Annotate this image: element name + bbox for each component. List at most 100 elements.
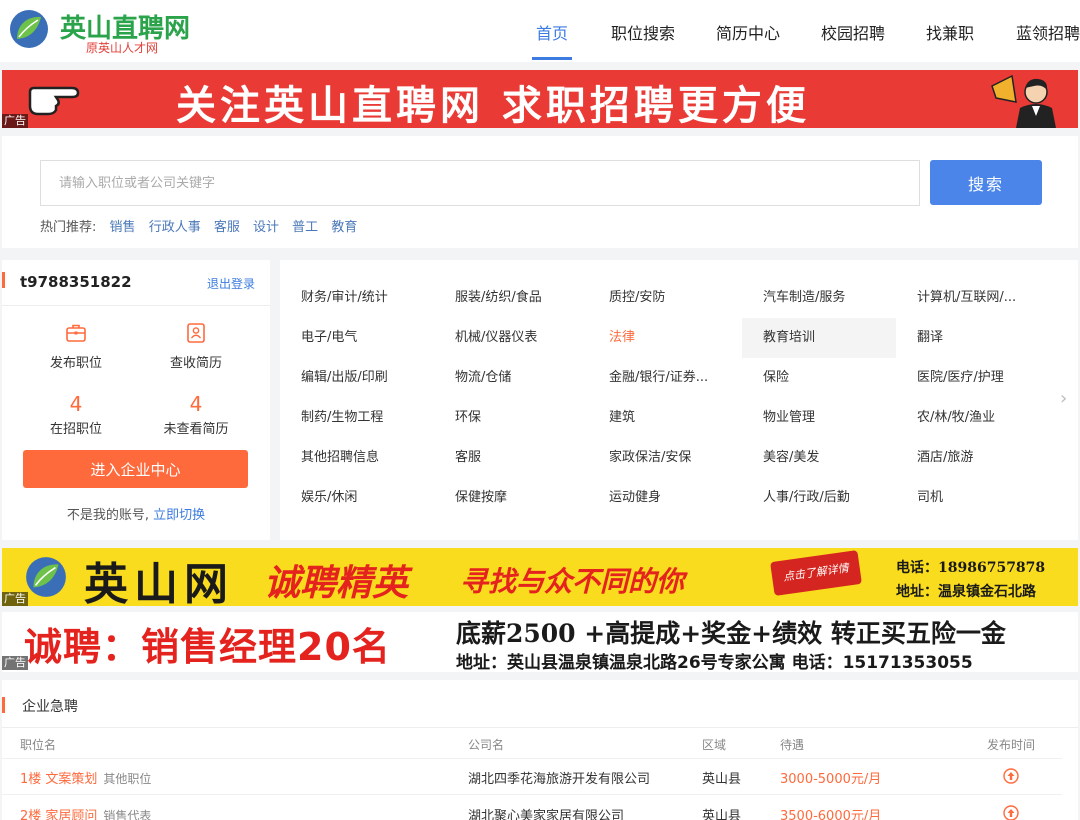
category-item[interactable]: 建筑 (588, 398, 742, 438)
hot-link-customer-service[interactable]: 客服 (214, 220, 240, 235)
category-item[interactable]: 编辑/出版/印刷 (280, 358, 434, 398)
banner-slogan-secondary: 寻找与众不同的你 (460, 565, 685, 598)
table-row-job: 1楼 文案策划 其他职位 (20, 768, 151, 787)
nav-blue-collar[interactable]: 蓝领招聘 (1016, 20, 1080, 44)
unviewed-resumes-count: 4 (189, 392, 203, 416)
job-salary: 3500-6000元/月 (780, 809, 882, 820)
banner-hiring-title: 诚聘：销售经理20名 (24, 625, 391, 669)
accent-bar (2, 272, 5, 288)
category-item[interactable]: 环保 (434, 398, 588, 438)
hot-link-admin-hr[interactable]: 行政人事 (149, 220, 201, 235)
job-title-link[interactable]: 2楼 家居顾问 (20, 809, 97, 820)
category-item[interactable]: 医院/医疗/护理 (896, 358, 1050, 398)
nav-resume-center[interactable]: 简历中心 (716, 20, 780, 44)
job-salary: 3000-5000元/月 (780, 772, 882, 787)
job-category: 销售代表 (103, 809, 152, 820)
category-item[interactable]: 司机 (896, 478, 1050, 518)
category-item[interactable]: 运动健身 (588, 478, 742, 518)
category-item[interactable]: 财务/审计/统计 (280, 278, 434, 318)
category-item[interactable]: 质控/安防 (588, 278, 742, 318)
divider (2, 794, 1062, 795)
username: t9788351822 (20, 273, 132, 291)
category-item[interactable]: 娱乐/休闲 (280, 478, 434, 518)
leaf-logo-icon (26, 557, 66, 597)
urgent-jobs-section: 企业急聘 职位名 公司名 区域 待遇 发布时间 1楼 文案策划 其他职位 湖北四季… (2, 680, 1078, 820)
category-item-hovered[interactable]: 教育培训 (742, 318, 896, 358)
nav-job-search[interactable]: 职位搜索 (611, 20, 675, 44)
company-link[interactable]: 湖北聚心美家家居有限公司 (468, 805, 624, 820)
category-item[interactable]: 制药/生物工程 (280, 398, 434, 438)
chevron-right-icon[interactable]: › (1060, 388, 1067, 409)
hot-link-design[interactable]: 设计 (253, 220, 279, 235)
banner-benefits: 底薪2500 +高提成+奖金+绩效 转正买五险一金 (456, 619, 1006, 648)
unviewed-resumes-label: 未查看简历 (163, 422, 229, 437)
category-item[interactable]: 服装/纺织/食品 (434, 278, 588, 318)
logout-link[interactable]: 退出登录 (207, 275, 255, 292)
column-header-salary: 待遇 (780, 738, 805, 752)
category-item[interactable]: 汽车制造/服务 (742, 278, 896, 318)
resume-icon (187, 323, 205, 343)
category-item[interactable]: 人事/行政/后勤 (742, 478, 896, 518)
switch-account-link[interactable]: 立即切换 (153, 508, 205, 523)
search-panel: 请输入职位或者公司关键字 搜索 热门推荐: 销售 行政人事 客服 设计 普工 教… (2, 136, 1078, 248)
hot-recommendations: 热门推荐: 销售 行政人事 客服 设计 普工 教育 (40, 216, 357, 235)
site-logo[interactable]: 英山直聘网 原英山人才网 (8, 6, 198, 56)
category-item[interactable]: 美容/美发 (742, 438, 896, 478)
logo-subtitle: 原英山人才网 (86, 41, 159, 55)
category-item[interactable]: 金融/银行/证券... (588, 358, 742, 398)
search-input[interactable]: 请输入职位或者公司关键字 (40, 160, 920, 206)
category-item[interactable]: 客服 (434, 438, 588, 478)
category-item[interactable]: 物流/仓储 (434, 358, 588, 398)
job-category-grid: 财务/审计/统计 服装/纺织/食品 质控/安防 汽车制造/服务 计算机/互联网/… (280, 260, 1078, 540)
top-badge-icon[interactable] (1003, 805, 1019, 820)
ad-banner-recruit-elite[interactable]: 英山网 诚聘精英 寻找与众不同的你 点击了解详情 电话：18986757878 … (2, 548, 1078, 606)
active-jobs-count: 4 (69, 392, 83, 416)
active-jobs-stat[interactable]: 4 在招职位 (16, 392, 136, 437)
section-title: 企业急聘 (22, 699, 78, 715)
hot-link-sales[interactable]: 销售 (110, 220, 136, 235)
category-item[interactable]: 酒店/旅游 (896, 438, 1050, 478)
category-item[interactable]: 其他招聘信息 (280, 438, 434, 478)
ad-banner-sales-manager[interactable]: 诚聘：销售经理20名 底薪2500 +高提成+奖金+绩效 转正买五险一金 地址：… (2, 612, 1078, 672)
ad-label: 广告 (2, 592, 28, 606)
top-badge-icon[interactable] (1003, 768, 1019, 784)
job-category: 其他职位 (103, 772, 152, 786)
column-header-company: 公司名 (468, 738, 505, 752)
category-item[interactable]: 计算机/互联网/... (896, 278, 1050, 318)
column-header-date: 发布时间 (987, 738, 1036, 752)
pointing-hand-icon (28, 86, 80, 116)
category-item[interactable]: 物业管理 (742, 398, 896, 438)
ad-banner-follow[interactable]: 关注英山直聘网 求职招聘更方便 广告 (2, 70, 1078, 128)
hot-link-education[interactable]: 教育 (331, 220, 357, 235)
nav-part-time[interactable]: 找兼职 (926, 20, 974, 44)
click-for-details-button[interactable]: 点击了解详情 (770, 550, 862, 596)
category-item[interactable]: 家政保洁/安保 (588, 438, 742, 478)
briefcase-icon (66, 324, 86, 342)
divider (2, 305, 270, 306)
nav-campus-recruit[interactable]: 校园招聘 (821, 20, 885, 44)
category-item[interactable]: 农/林/牧/渔业 (896, 398, 1050, 438)
category-item[interactable]: 机械/仪器仪表 (434, 318, 588, 358)
search-button[interactable]: 搜索 (930, 160, 1042, 205)
divider (2, 727, 1078, 728)
company-link[interactable]: 湖北四季花海旅游开发有限公司 (468, 768, 650, 787)
switch-account-line: 不是我的账号, 立即切换 (2, 504, 270, 523)
megaphone-man-icon (991, 74, 1056, 128)
enter-enterprise-center-button[interactable]: 进入企业中心 (23, 450, 248, 488)
unviewed-resumes-stat[interactable]: 4 未查看简历 (136, 392, 256, 437)
job-area: 英山县 (702, 809, 742, 820)
post-job-button[interactable]: 发布职位 (16, 322, 136, 371)
category-item[interactable]: 翻译 (896, 318, 1050, 358)
ad-label: 广告 (2, 114, 28, 128)
category-item[interactable]: 电子/电气 (280, 318, 434, 358)
check-resumes-label: 查收简历 (169, 356, 222, 371)
category-item[interactable]: 保健按摩 (434, 478, 588, 518)
nav-home[interactable]: 首页 (536, 20, 568, 44)
job-title-link[interactable]: 1楼 文案策划 (20, 772, 97, 787)
hot-link-general-worker[interactable]: 普工 (292, 220, 318, 235)
site-header: 英山直聘网 原英山人才网 首页 职位搜索 简历中心 校园招聘 找兼职 蓝领招聘 (0, 0, 1080, 62)
ad-label: 广告 (2, 656, 28, 670)
category-item-highlighted[interactable]: 法律 (588, 318, 742, 358)
check-resumes-button[interactable]: 查收简历 (136, 322, 256, 371)
category-item[interactable]: 保险 (742, 358, 896, 398)
